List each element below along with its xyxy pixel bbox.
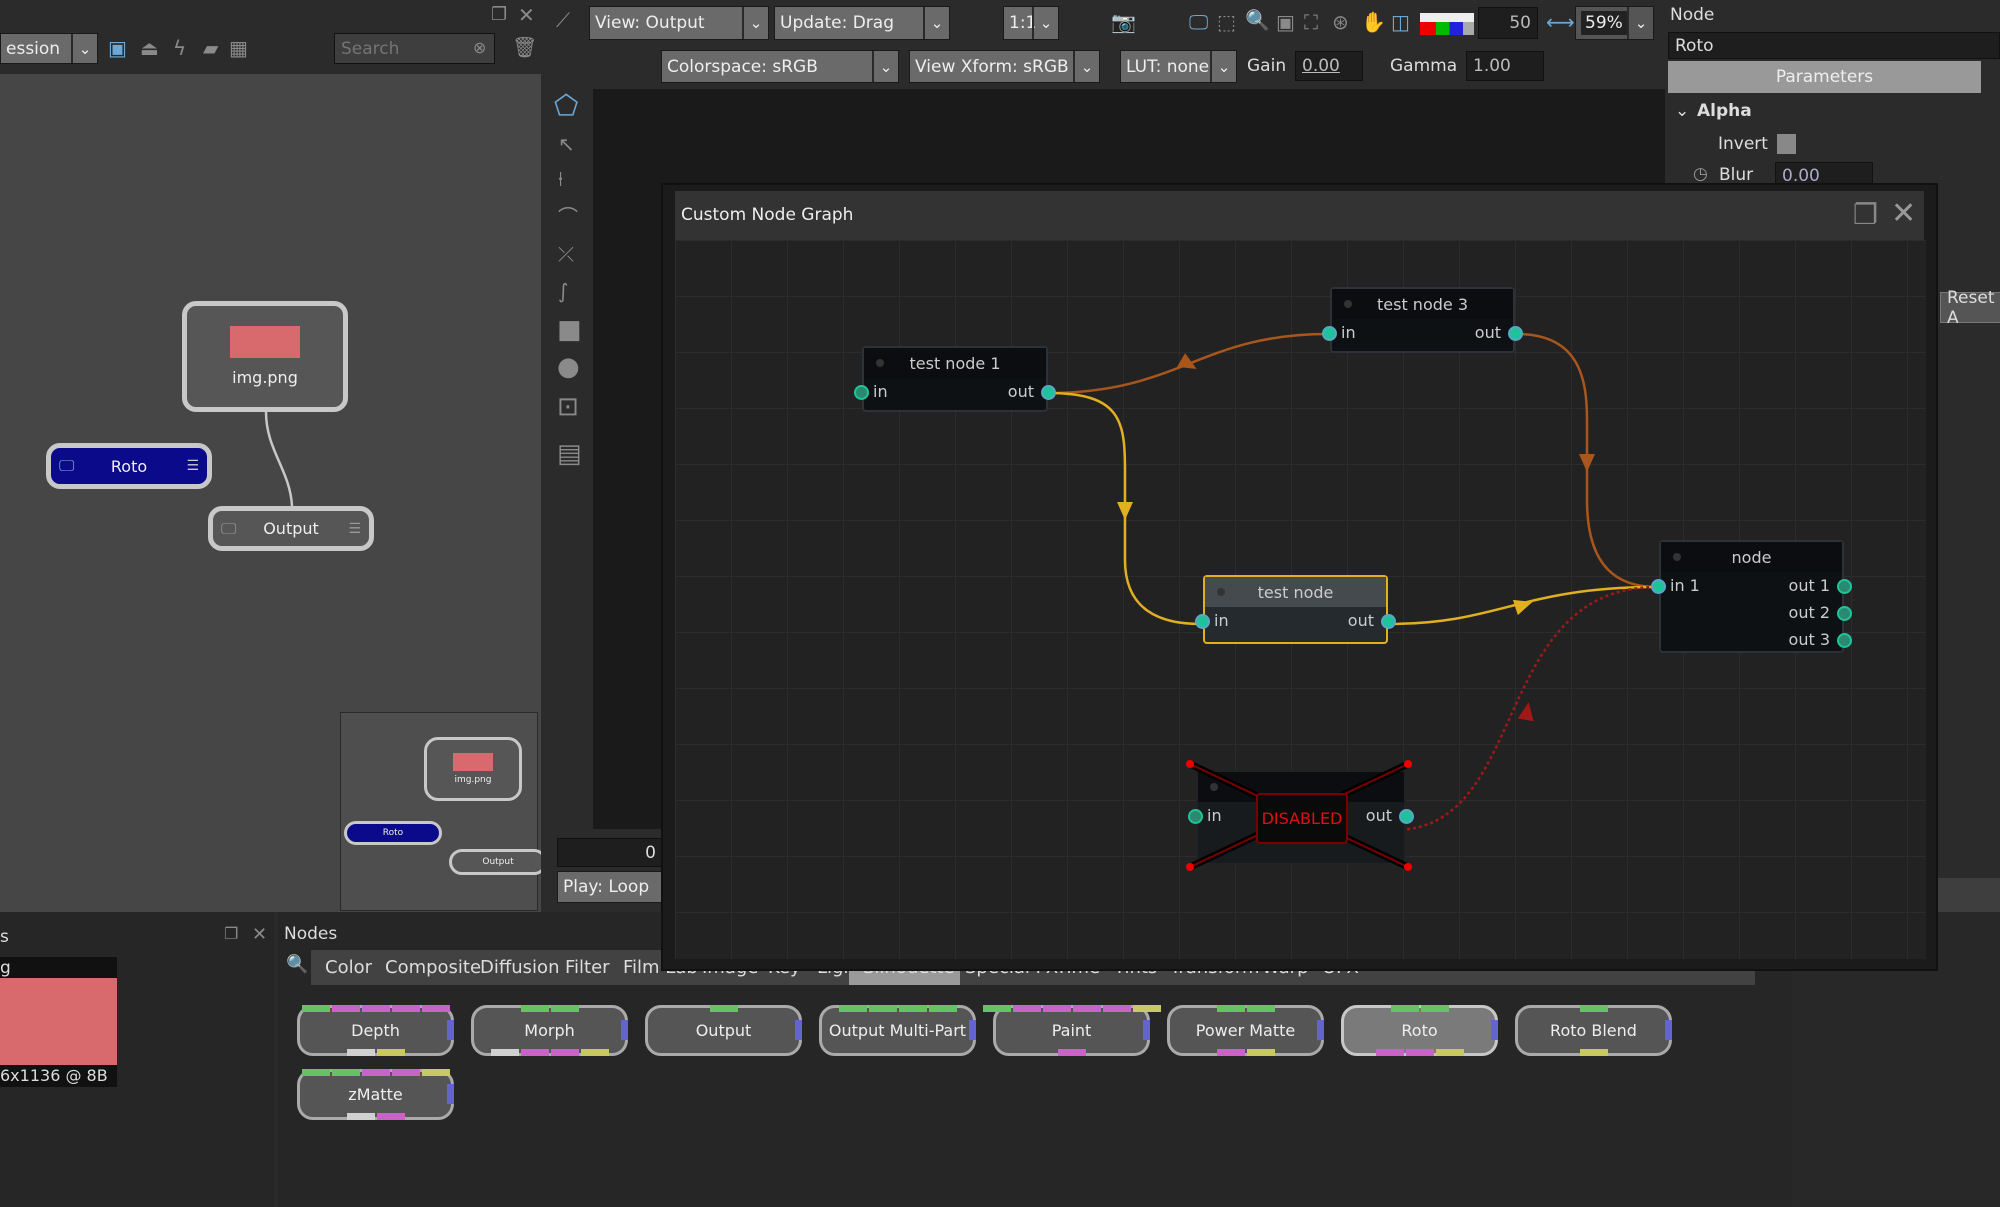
port-label: out [1474, 323, 1501, 342]
graph-node-disabled[interactable]: in out DISABLED [1186, 760, 1414, 871]
output-port[interactable] [1837, 633, 1852, 648]
output-port[interactable] [1041, 385, 1056, 400]
port-label: in 1 [1670, 576, 1700, 595]
port-label: out 2 [1788, 603, 1830, 622]
port-label: out 3 [1788, 630, 1830, 649]
graph-node-test-node[interactable]: test node in out [1195, 575, 1396, 644]
port-label: in [873, 382, 888, 401]
input-port[interactable] [1322, 326, 1337, 341]
edge-arrow [1177, 353, 1197, 369]
input-port[interactable] [854, 385, 869, 400]
output-port[interactable] [1837, 606, 1852, 621]
port-label: out [1347, 611, 1374, 630]
port-label: out 1 [1788, 576, 1830, 595]
node-header: test node [1205, 577, 1386, 607]
edge-arrow [1517, 702, 1534, 722]
port-label: in [1341, 323, 1356, 342]
status-dot [876, 359, 884, 367]
node-title: test node 3 [1376, 294, 1468, 314]
status-dot [1344, 300, 1352, 308]
disabled-badge: DISABLED [1256, 793, 1348, 844]
node-title: test node [1257, 582, 1334, 602]
node-title: test node 1 [909, 353, 1001, 373]
output-port[interactable] [1381, 614, 1396, 629]
node-title: node [1731, 547, 1772, 567]
graph-node-node[interactable]: node in 1 out 1 out 2 out 3 [1651, 540, 1852, 653]
output-port[interactable] [1508, 326, 1523, 341]
graph-node-test-node-3[interactable]: test node 3 in out [1322, 287, 1523, 353]
input-port[interactable] [1195, 614, 1210, 629]
node-header: test node 1 [864, 348, 1046, 378]
edge-arrow [1117, 502, 1133, 520]
node-header: node [1661, 542, 1842, 572]
edge-arrow [1579, 454, 1595, 472]
input-port[interactable] [1651, 579, 1666, 594]
graph-node-test-node-1[interactable]: test node 1 in out [854, 346, 1056, 412]
port-label: in [1214, 611, 1229, 630]
status-dot [1673, 553, 1681, 561]
port-label: out [1007, 382, 1034, 401]
output-port[interactable] [1837, 579, 1852, 594]
node-header: test node 3 [1332, 289, 1513, 319]
status-dot [1217, 588, 1225, 596]
edge-arrow [1512, 599, 1533, 616]
